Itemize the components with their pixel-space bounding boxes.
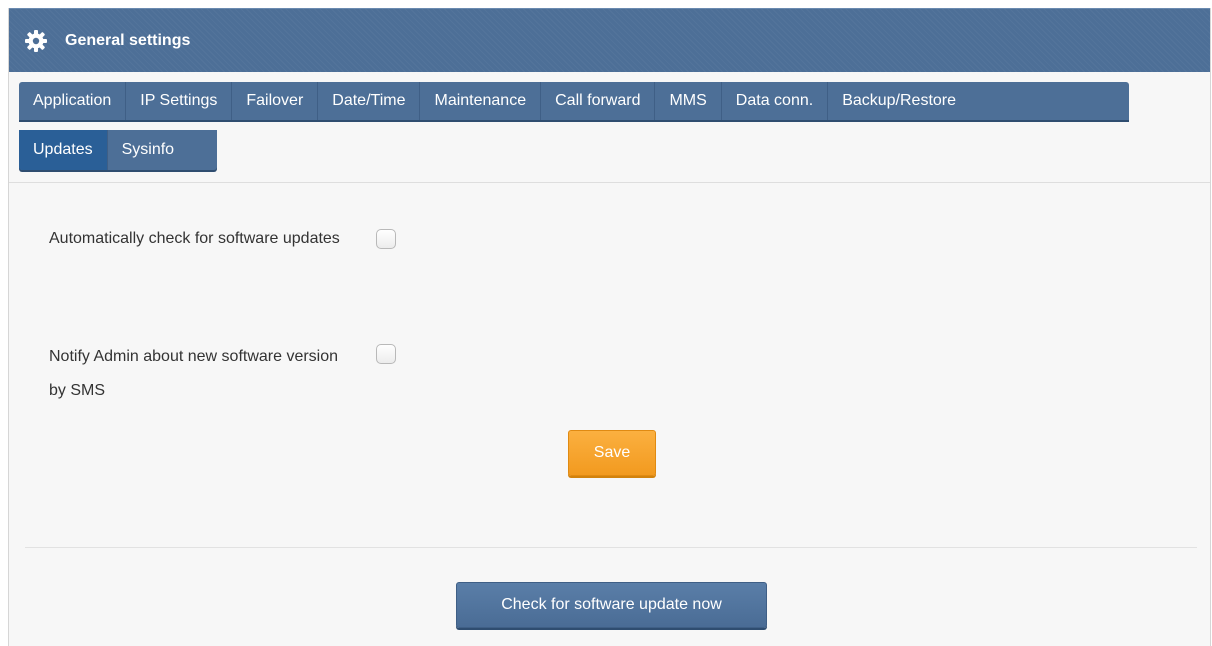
tab-row-1: Application IP Settings Failover Date/Ti… (19, 82, 1129, 120)
tab-ip-settings[interactable]: IP Settings (126, 82, 233, 120)
tab-failover[interactable]: Failover (232, 82, 319, 120)
page-title: General settings (65, 32, 191, 49)
gear-icon (24, 29, 48, 53)
section-divider (25, 547, 1197, 548)
tab-application[interactable]: Application (19, 82, 127, 120)
tab-sysinfo[interactable]: Sysinfo (108, 130, 188, 170)
general-settings-panel: General settings Application IP Settings… (8, 8, 1211, 646)
settings-tabs: Application IP Settings Failover Date/Ti… (19, 82, 1169, 170)
tab-maintenance[interactable]: Maintenance (420, 82, 542, 120)
panel-header: General settings (9, 8, 1210, 72)
tab-updates[interactable]: Updates (19, 130, 108, 170)
auto-check-label: Automatically check for software updates (49, 230, 340, 247)
tab-call-forward[interactable]: Call forward (541, 82, 656, 120)
tab-date-time[interactable]: Date/Time (318, 82, 421, 120)
save-button[interactable]: Save (568, 430, 656, 476)
notify-admin-checkbox[interactable] (376, 344, 396, 364)
tabs-divider (9, 182, 1210, 183)
notify-admin-label: Notify Admin about new software version … (49, 348, 339, 399)
tab-data-conn[interactable]: Data conn. (722, 82, 829, 120)
check-for-update-button[interactable]: Check for software update now (456, 582, 767, 628)
auto-check-checkbox[interactable] (376, 229, 396, 249)
tab-mms[interactable]: MMS (655, 82, 722, 120)
tab-backup-restore[interactable]: Backup/Restore (828, 82, 970, 120)
tab-row-2: Updates Sysinfo (19, 130, 217, 170)
